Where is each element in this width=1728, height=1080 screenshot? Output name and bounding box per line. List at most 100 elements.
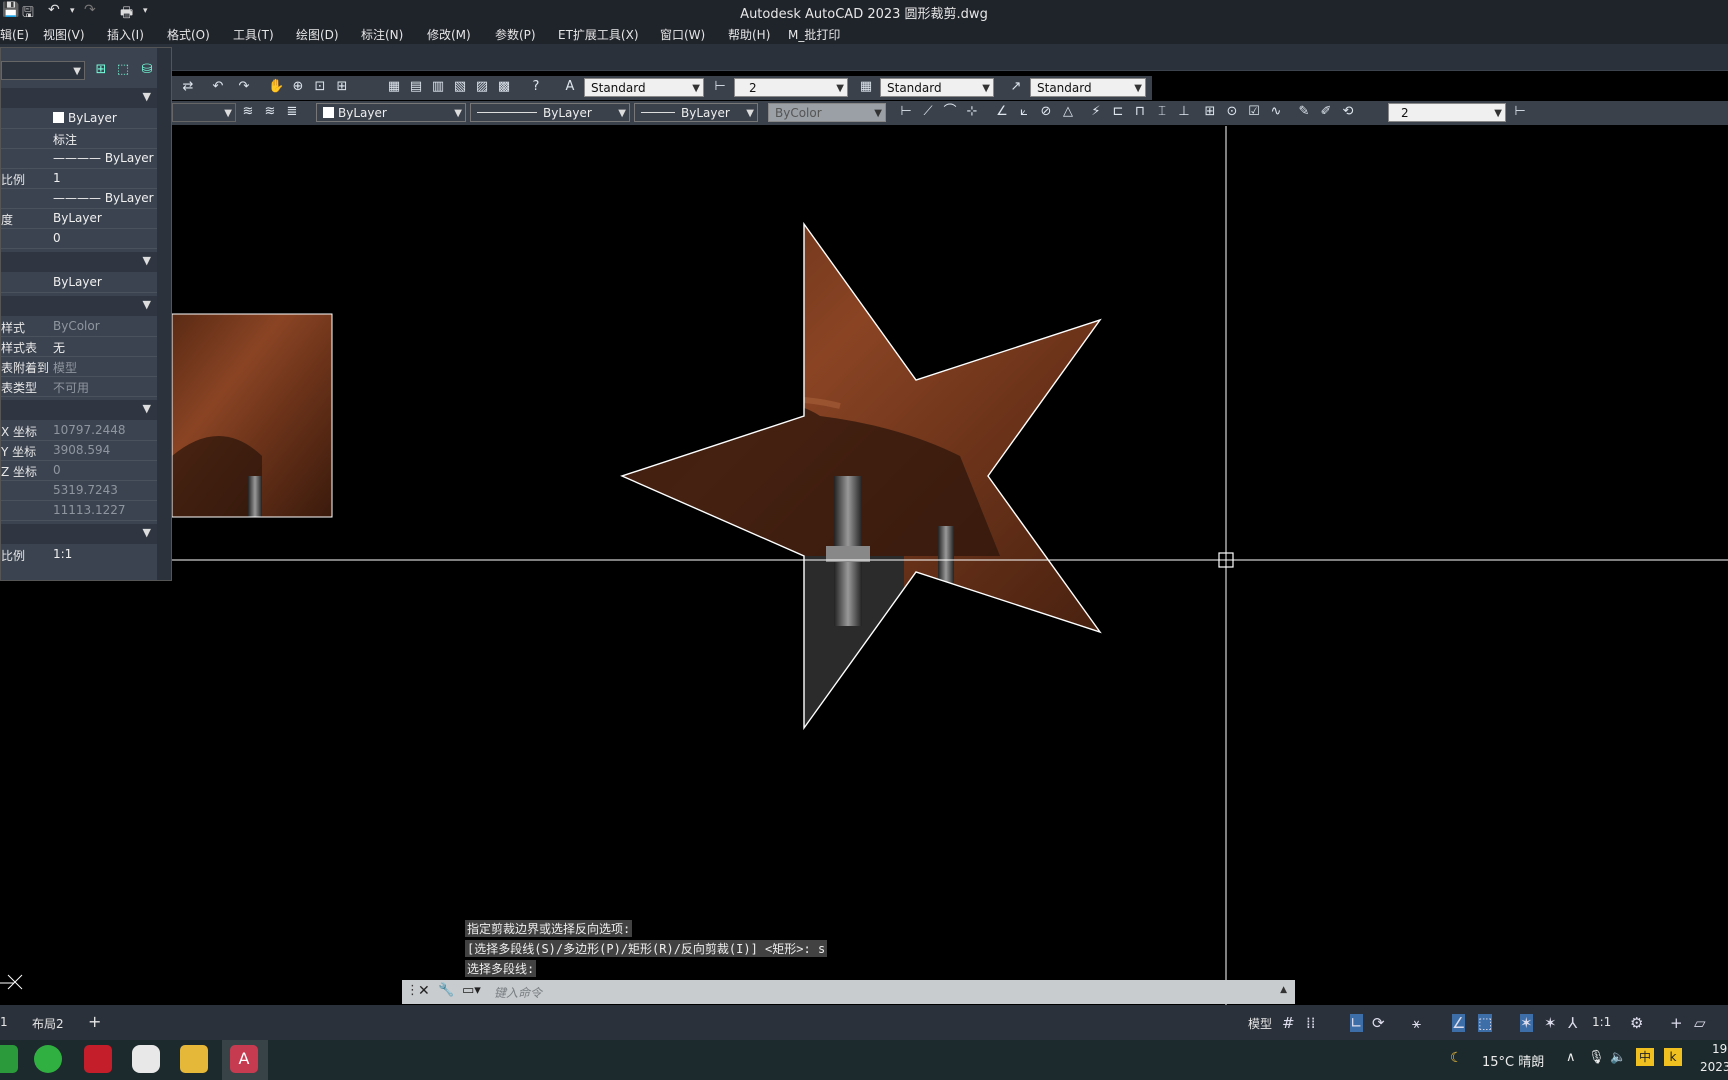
sheet-set-icon[interactable]: ▧ — [452, 79, 468, 95]
object-snap-tracking-icon[interactable]: ∠ — [1452, 1014, 1466, 1032]
undo-dropdown-icon[interactable]: ▾ — [70, 6, 75, 16]
quick-select-icon[interactable]: ⛁ — [139, 62, 155, 78]
prop-lineweight[interactable]: ———— ByLayer — [1, 188, 157, 209]
save-icon[interactable]: 💾 — [2, 2, 19, 18]
customize-wrench-icon[interactable]: 🔧 — [438, 983, 454, 998]
dim-style-manager-icon[interactable]: ⊢ — [1512, 104, 1528, 120]
dim-break-icon[interactable]: ⊥ — [1176, 104, 1192, 120]
prop-layer[interactable]: 标注 — [1, 128, 157, 149]
k-app-tray-icon[interactable]: k — [1664, 1048, 1682, 1066]
wechat-app-icon[interactable] — [0, 1045, 18, 1073]
workspace-gear-icon[interactable]: ⚙ — [1630, 1014, 1643, 1032]
linetype-select[interactable]: ByLayer ▼ — [470, 103, 630, 122]
layer-select[interactable]: ▼ — [172, 103, 236, 122]
dim-style-select[interactable]: 2 ▼ — [734, 78, 848, 97]
prop-thickness[interactable]: 0 — [1, 228, 157, 249]
linear-dim-icon[interactable]: ⊢ — [898, 104, 914, 120]
design-center-icon[interactable]: ▤ — [408, 79, 424, 95]
file-explorer-icon[interactable] — [180, 1045, 208, 1073]
text-style-select[interactable]: Standard ▼ — [584, 78, 704, 97]
menu-tools[interactable]: 工具(T) — [233, 26, 274, 43]
plotstyle-select[interactable]: ByColor ▼ — [768, 103, 886, 122]
prop-width[interactable]: 11113.1227 — [1, 500, 157, 521]
markup-icon[interactable]: ▨ — [474, 79, 490, 95]
3d-effects-section-header[interactable]: ▼ — [1, 252, 157, 272]
selection-select[interactable]: ▼ — [1, 61, 85, 80]
menu-dimension[interactable]: 标注(N) — [361, 26, 403, 43]
properties-scrollbar[interactable] — [157, 48, 171, 580]
star-clipped-image[interactable] — [600, 216, 1120, 736]
clock-date[interactable]: 2023 — [1700, 1060, 1728, 1074]
menu-modify[interactable]: 修改(M) — [427, 26, 471, 43]
prop-annotation-scale[interactable]: 比例 1:1 — [1, 544, 157, 564]
layer-previous-icon[interactable]: ≋ — [262, 104, 278, 120]
prop-plot-table-attached[interactable]: 表附着到 模型 — [1, 356, 157, 377]
quickcalc-icon[interactable]: ▩ — [496, 79, 512, 95]
microphone-icon[interactable]: 🎙 — [1588, 1050, 1605, 1065]
drawing-canvas[interactable] — [0, 126, 1728, 1006]
jogged-linear-icon[interactable]: ∿ — [1268, 104, 1284, 120]
history-toggle-icon[interactable]: ▲ — [1280, 985, 1287, 995]
prop-plot-style-table[interactable]: 样式表无 — [1, 336, 157, 357]
menu-insert[interactable]: 插入(I) — [107, 26, 144, 43]
zoom-window-icon[interactable]: ⊡ — [312, 79, 328, 95]
prop-center-x[interactable]: X 坐标 10797.2448 — [1, 420, 157, 441]
inspect-icon[interactable]: ☑ — [1246, 104, 1262, 120]
menu-format[interactable]: 格式(O) — [167, 26, 210, 43]
tab-layout2[interactable]: 布局2 — [32, 1015, 64, 1032]
weather-text[interactable]: 15°C 晴朗 — [1482, 1051, 1544, 1070]
browser-app-icon[interactable] — [34, 1045, 62, 1073]
ordinate-dim-icon[interactable]: ⊹ — [964, 104, 980, 120]
dim-update-icon[interactable]: ⟲ — [1340, 104, 1356, 120]
view-section-header[interactable]: ▼ — [1, 400, 157, 420]
clock-time[interactable]: 19 — [1712, 1042, 1727, 1056]
amd-app-icon[interactable] — [84, 1045, 112, 1073]
make-current-layer-icon[interactable]: ≋ — [240, 104, 256, 120]
annotation-scale-value[interactable]: 1:1 — [1592, 1015, 1611, 1029]
customize-quick-access-icon[interactable]: ▾ — [143, 6, 148, 16]
color-select[interactable]: ByLayer ▼ — [316, 103, 466, 122]
angular-dim-icon[interactable]: △ — [1060, 104, 1076, 120]
raster-image-fragment[interactable] — [171, 313, 333, 518]
table-style-icon[interactable]: ▦ — [858, 79, 874, 95]
undo-icon[interactable]: ↶ — [48, 2, 60, 18]
redo-icon[interactable]: ↷ — [84, 2, 96, 18]
menu-batch-plot[interactable]: M_批打印 — [788, 26, 840, 43]
annotation-scale-icon[interactable]: ⅄ — [1568, 1014, 1577, 1032]
add-layout-button[interactable]: + — [88, 1012, 101, 1031]
zoom-realtime-icon[interactable]: ⊕ — [290, 79, 306, 95]
help-icon[interactable]: ? — [528, 79, 544, 95]
dim-edit-icon[interactable]: ✎ — [1296, 104, 1312, 120]
prop-linetype-scale[interactable]: 比例 1 — [1, 168, 157, 189]
radius-dim-icon[interactable]: ∠ — [994, 104, 1010, 120]
redo-toolbar-icon[interactable]: ↷ — [236, 79, 252, 95]
prop-material[interactable]: ByLayer — [1, 272, 157, 293]
dim-text-edit-icon[interactable]: ✐ — [1318, 104, 1334, 120]
center-mark-icon[interactable]: ⊙ — [1224, 104, 1240, 120]
object-snap-icon[interactable]: ⬚ — [1478, 1014, 1493, 1032]
toggle-pickadd-icon[interactable]: ⊞ — [93, 62, 109, 78]
photos-app-icon[interactable] — [132, 1045, 160, 1073]
tool-palettes-icon[interactable]: ▥ — [430, 79, 446, 95]
prop-color[interactable]: ByLayer — [1, 108, 157, 129]
continue-dim-icon[interactable]: ⊓ — [1132, 104, 1148, 120]
menu-help[interactable]: 帮助(H) — [728, 26, 770, 43]
prop-center-z[interactable]: Z 坐标 0 — [1, 460, 157, 481]
diameter-dim-icon[interactable]: ⊘ — [1038, 104, 1054, 120]
jogged-dim-icon[interactable]: ⟀ — [1016, 104, 1032, 120]
command-input[interactable]: 键入命令 — [494, 984, 542, 1001]
tab-layout1[interactable]: 1 — [0, 1015, 8, 1029]
prop-plot-table-type[interactable]: 表类型 不可用 — [1, 376, 157, 397]
model-space-button[interactable]: 模型 — [1248, 1015, 1272, 1032]
recent-commands-icon[interactable]: ▭▾ — [462, 983, 481, 998]
tray-expand-icon[interactable]: ∧ — [1566, 1050, 1576, 1065]
menu-view[interactable]: 视图(V) — [43, 26, 85, 43]
ime-indicator[interactable]: 中 — [1636, 1048, 1654, 1066]
dim-style-icon[interactable]: ⊢ — [712, 79, 728, 95]
dim-space-icon[interactable]: ⌶ — [1154, 104, 1170, 120]
auto-scale-icon[interactable]: ✶ — [1544, 1014, 1557, 1032]
prop-plot-style[interactable]: 样式 ByColor — [1, 316, 157, 337]
aligned-dim-icon[interactable]: ⟋ — [920, 104, 936, 120]
baseline-dim-icon[interactable]: ⊏ — [1110, 104, 1126, 120]
tolerance-icon[interactable]: ⊞ — [1202, 104, 1218, 120]
